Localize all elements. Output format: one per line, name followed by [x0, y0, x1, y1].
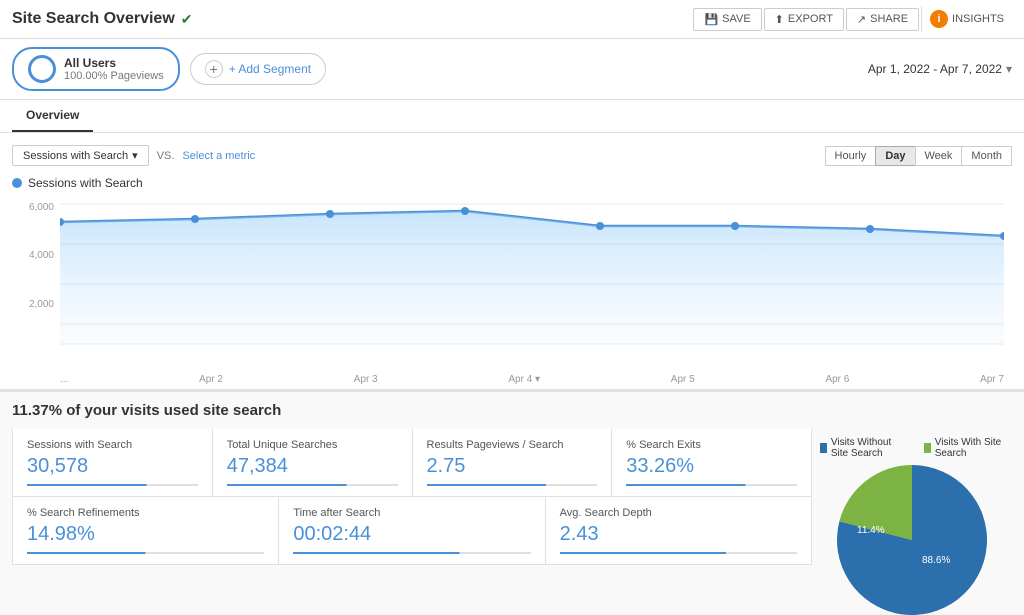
y-label-4000: 4,000 [12, 250, 54, 261]
share-icon: ↗ [857, 13, 866, 26]
page-title: Site Search Overview [12, 10, 175, 28]
stat-bar [626, 484, 797, 486]
tabs-bar: Overview [0, 100, 1024, 133]
segment-left: All Users 100.00% Pageviews + + Add Segm… [12, 47, 326, 91]
tab-overview[interactable]: Overview [12, 100, 93, 132]
time-btn-week[interactable]: Week [915, 146, 963, 166]
stat-bar [227, 484, 398, 486]
stats-pie: Visits Without Site Search Visits With S… [812, 429, 1012, 603]
chart-controls: Sessions with Search ▾ VS. Select a metr… [12, 145, 1012, 166]
time-btn-hourly[interactable]: Hourly [825, 146, 877, 166]
stats-grid-row2: % Search Refinements 14.98% Time after S… [12, 497, 812, 565]
pie-legend: Visits Without Site Search Visits With S… [820, 437, 1004, 459]
stat-bar [27, 484, 198, 486]
x-label-start: ... [60, 374, 68, 385]
export-button[interactable]: ⬆ EXPORT [764, 8, 844, 31]
pie-chart-svg [837, 465, 987, 615]
insights-icon: i [930, 10, 948, 28]
chart-section: Sessions with Search ▾ VS. Select a metr… [0, 133, 1024, 390]
chart-wrapper: 6,000 4,000 2,000 [12, 194, 1012, 389]
x-label-apr6: Apr 6 [825, 374, 849, 385]
pie-with-color-swatch [924, 443, 931, 453]
stat-results-pageviews: Results Pageviews / Search 2.75 [413, 429, 613, 497]
metric-selector: Sessions with Search ▾ VS. Select a metr… [12, 145, 255, 166]
stat-sessions-with-search: Sessions with Search 30,578 [13, 429, 213, 497]
pie-without-pct: 88.6% [922, 555, 950, 566]
date-range-arrow-icon: ▾ [1006, 62, 1012, 76]
pie-legend-without: Visits Without Site Search [820, 437, 910, 459]
export-icon: ⬆ [775, 13, 784, 26]
stat-bar [560, 552, 797, 554]
metric-dropdown-icon: ▾ [132, 149, 138, 162]
stat-search-refinements: % Search Refinements 14.98% [13, 497, 279, 565]
add-segment-icon: + [205, 60, 223, 78]
stat-bar [293, 552, 530, 554]
legend-dot-icon [12, 178, 22, 188]
header: Site Search Overview ✔ 💾 SAVE ⬆ EXPORT ↗… [0, 0, 1024, 39]
metric-dropdown-button[interactable]: Sessions with Search ▾ [12, 145, 149, 166]
x-label-apr4: Apr 4 ▾ [508, 374, 540, 385]
segment-circle-icon [28, 55, 56, 83]
pie-with-pct: 11.4% [857, 525, 885, 536]
y-label-6000: 6,000 [12, 202, 54, 213]
stat-bar [27, 552, 264, 554]
x-label-apr7: Apr 7 [980, 374, 1004, 385]
verified-icon: ✔ [181, 11, 193, 28]
share-button[interactable]: ↗ SHARE [846, 8, 919, 31]
segment-bar: All Users 100.00% Pageviews + + Add Segm… [0, 39, 1024, 100]
stats-headline: 11.37% of your visits used site search [12, 402, 1012, 419]
x-label-apr5: Apr 5 [671, 374, 695, 385]
add-segment-button[interactable]: + + Add Segment [190, 53, 326, 85]
x-label-apr3: Apr 3 [354, 374, 378, 385]
select-metric-link[interactable]: Select a metric [182, 150, 255, 162]
stat-avg-search-depth: Avg. Search Depth 2.43 [546, 497, 812, 565]
date-range[interactable]: Apr 1, 2022 - Apr 7, 2022 ▾ [868, 62, 1012, 76]
all-users-segment[interactable]: All Users 100.00% Pageviews [12, 47, 180, 91]
save-icon: 💾 [704, 13, 718, 26]
pie-without-color-swatch [820, 443, 827, 453]
x-label-apr2: Apr 2 [199, 374, 223, 385]
stats-container: Sessions with Search 30,578 Total Unique… [12, 429, 1012, 603]
time-btn-day[interactable]: Day [875, 146, 915, 166]
time-buttons: Hourly Day Week Month [826, 146, 1012, 166]
header-left: Site Search Overview ✔ [12, 10, 193, 28]
stat-bar [427, 484, 598, 486]
save-button[interactable]: 💾 SAVE [693, 8, 761, 31]
time-btn-month[interactable]: Month [961, 146, 1012, 166]
y-label-2000: 2,000 [12, 299, 54, 310]
stats-metrics: Sessions with Search 30,578 Total Unique… [12, 429, 812, 603]
pie-legend-with: Visits With Site Search [924, 437, 1004, 459]
insights-button[interactable]: i INSIGHTS [921, 6, 1012, 32]
chart-svg [60, 194, 1004, 354]
stat-search-exits: % Search Exits 33.26% [612, 429, 812, 497]
header-actions: 💾 SAVE ⬆ EXPORT ↗ SHARE i INSIGHTS [693, 6, 1012, 32]
stat-time-after-search: Time after Search 00:02:44 [279, 497, 545, 565]
chart-legend: Sessions with Search [12, 176, 1012, 190]
stats-section: 11.37% of your visits used site search S… [0, 390, 1024, 613]
stats-grid-row1: Sessions with Search 30,578 Total Unique… [12, 429, 812, 497]
stat-unique-searches: Total Unique Searches 47,384 [213, 429, 413, 497]
segment-info: All Users 100.00% Pageviews [64, 56, 164, 82]
